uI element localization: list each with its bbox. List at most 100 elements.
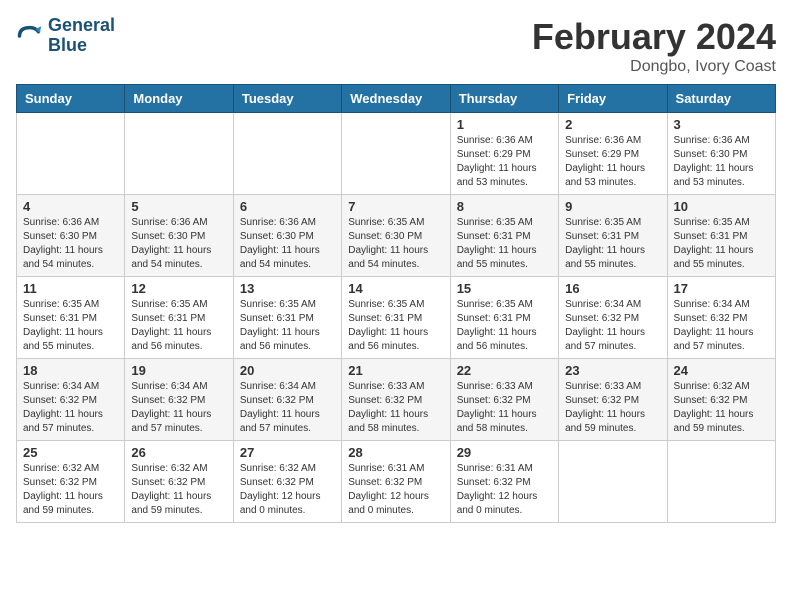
calendar-cell: 10 Sunrise: 6:35 AM Sunset: 6:31 PM Dayli… [667,195,775,277]
calendar-cell: 26 Sunrise: 6:32 AM Sunset: 6:32 PM Dayli… [125,441,233,523]
weekday-header-thursday: Thursday [450,85,558,113]
calendar-cell: 22 Sunrise: 6:33 AM Sunset: 6:32 PM Dayli… [450,359,558,441]
day-number: 5 [131,199,226,214]
month-title: February 2024 [532,16,776,58]
day-info: Sunrise: 6:34 AM Sunset: 6:32 PM Dayligh… [23,380,118,436]
day-number: 21 [348,363,443,378]
calendar-cell: 28 Sunrise: 6:31 AM Sunset: 6:32 PM Dayli… [342,441,450,523]
day-number: 11 [23,281,118,296]
weekday-header-saturday: Saturday [667,85,775,113]
calendar-cell: 3 Sunrise: 6:36 AM Sunset: 6:30 PM Daylig… [667,113,775,195]
logo: General Blue [16,16,115,56]
day-number: 27 [240,445,335,460]
calendar-cell: 27 Sunrise: 6:32 AM Sunset: 6:32 PM Dayli… [233,441,341,523]
calendar-cell: 13Sunrise: 6:35 AM Sunset: 6:31 PM Dayli… [233,277,341,359]
day-info: Sunrise: 6:35 AM Sunset: 6:31 PM Dayligh… [457,216,552,272]
day-info: Sunrise: 6:36 AM Sunset: 6:29 PM Dayligh… [565,134,660,190]
calendar-cell: 9 Sunrise: 6:35 AM Sunset: 6:31 PM Daylig… [559,195,667,277]
weekday-header-monday: Monday [125,85,233,113]
day-number: 8 [457,199,552,214]
day-info: Sunrise: 6:33 AM Sunset: 6:32 PM Dayligh… [348,380,443,436]
day-number: 25 [23,445,118,460]
day-info: Sunrise: 6:32 AM Sunset: 6:32 PM Dayligh… [23,462,118,518]
day-number: 19 [131,363,226,378]
day-info: Sunrise: 6:35 AM Sunset: 6:31 PM Dayligh… [565,216,660,272]
calendar-cell: 7 Sunrise: 6:35 AM Sunset: 6:30 PM Daylig… [342,195,450,277]
day-number: 26 [131,445,226,460]
week-row-0: 1 Sunrise: 6:36 AM Sunset: 6:29 PM Daylig… [17,113,776,195]
day-info: Sunrise: 6:34 AM Sunset: 6:32 PM Dayligh… [565,298,660,354]
day-info: Sunrise: 6:31 AM Sunset: 6:32 PM Dayligh… [457,462,552,518]
calendar-cell: 14Sunrise: 6:35 AM Sunset: 6:31 PM Dayli… [342,277,450,359]
day-number: 14 [348,281,443,296]
day-number: 12 [131,281,226,296]
day-info: Sunrise: 6:32 AM Sunset: 6:32 PM Dayligh… [131,462,226,518]
weekday-header-row: SundayMondayTuesdayWednesdayThursdayFrid… [17,85,776,113]
weekday-header-sunday: Sunday [17,85,125,113]
day-info: Sunrise: 6:35 AM Sunset: 6:31 PM Dayligh… [131,298,226,354]
day-info: Sunrise: 6:36 AM Sunset: 6:30 PM Dayligh… [240,216,335,272]
day-info: Sunrise: 6:36 AM Sunset: 6:29 PM Dayligh… [457,134,552,190]
day-info: Sunrise: 6:35 AM Sunset: 6:31 PM Dayligh… [674,216,769,272]
day-number: 22 [457,363,552,378]
day-number: 9 [565,199,660,214]
weekday-header-friday: Friday [559,85,667,113]
calendar-table: SundayMondayTuesdayWednesdayThursdayFrid… [16,84,776,523]
day-number: 23 [565,363,660,378]
day-number: 3 [674,117,769,132]
logo-line2: Blue [48,36,115,56]
calendar-cell: 11Sunrise: 6:35 AM Sunset: 6:31 PM Dayli… [17,277,125,359]
day-number: 15 [457,281,552,296]
day-info: Sunrise: 6:32 AM Sunset: 6:32 PM Dayligh… [240,462,335,518]
calendar-cell [233,113,341,195]
calendar-cell [559,441,667,523]
day-info: Sunrise: 6:33 AM Sunset: 6:32 PM Dayligh… [565,380,660,436]
day-number: 28 [348,445,443,460]
calendar-cell [17,113,125,195]
day-number: 17 [674,281,769,296]
day-info: Sunrise: 6:34 AM Sunset: 6:32 PM Dayligh… [674,298,769,354]
calendar-cell: 2Sunrise: 6:36 AM Sunset: 6:29 PM Daylig… [559,113,667,195]
calendar-cell: 20 Sunrise: 6:34 AM Sunset: 6:32 PM Dayli… [233,359,341,441]
calendar-cell [667,441,775,523]
calendar-cell: 4 Sunrise: 6:36 AM Sunset: 6:30 PM Daylig… [17,195,125,277]
calendar-cell [342,113,450,195]
day-number: 16 [565,281,660,296]
weekday-header-tuesday: Tuesday [233,85,341,113]
day-number: 20 [240,363,335,378]
day-info: Sunrise: 6:35 AM Sunset: 6:31 PM Dayligh… [457,298,552,354]
calendar-cell: 15 Sunrise: 6:35 AM Sunset: 6:31 PM Dayli… [450,277,558,359]
week-row-2: 11 Sunrise: 6:35 AM Sunset: 6:31 PM Dayli… [17,277,776,359]
day-info: Sunrise: 6:34 AM Sunset: 6:32 PM Dayligh… [240,380,335,436]
week-row-4: 25 Sunrise: 6:32 AM Sunset: 6:32 PM Dayli… [17,441,776,523]
week-row-1: 4 Sunrise: 6:36 AM Sunset: 6:30 PM Daylig… [17,195,776,277]
header: General Blue February 2024 Dongbo, Ivory… [16,16,776,76]
day-number: 18 [23,363,118,378]
day-number: 4 [23,199,118,214]
calendar-cell: 8 Sunrise: 6:35 AM Sunset: 6:31 PM Daylig… [450,195,558,277]
day-number: 10 [674,199,769,214]
day-number: 7 [348,199,443,214]
calendar-cell: 19 Sunrise: 6:34 AM Sunset: 6:32 PM Dayli… [125,359,233,441]
day-info: Sunrise: 6:32 AM Sunset: 6:32 PM Dayligh… [674,380,769,436]
day-info: Sunrise: 6:33 AM Sunset: 6:32 PM Dayligh… [457,380,552,436]
calendar-cell: 24Sunrise: 6:32 AM Sunset: 6:32 PM Dayli… [667,359,775,441]
day-info: Sunrise: 6:36 AM Sunset: 6:30 PM Dayligh… [131,216,226,272]
day-info: Sunrise: 6:36 AM Sunset: 6:30 PM Dayligh… [674,134,769,190]
day-info: Sunrise: 6:31 AM Sunset: 6:32 PM Dayligh… [348,462,443,518]
logo-line1: General [48,16,115,36]
day-info: Sunrise: 6:36 AM Sunset: 6:30 PM Dayligh… [23,216,118,272]
day-info: Sunrise: 6:34 AM Sunset: 6:32 PM Dayligh… [131,380,226,436]
logo-text: General Blue [48,16,115,56]
day-number: 29 [457,445,552,460]
day-number: 1 [457,117,552,132]
calendar-cell: 17 Sunrise: 6:34 AM Sunset: 6:32 PM Dayli… [667,277,775,359]
day-info: Sunrise: 6:35 AM Sunset: 6:30 PM Dayligh… [348,216,443,272]
calendar-cell [125,113,233,195]
day-info: Sunrise: 6:35 AM Sunset: 6:31 PM Dayligh… [240,298,335,354]
title-area: February 2024 Dongbo, Ivory Coast [532,16,776,76]
calendar-cell: 16 Sunrise: 6:34 AM Sunset: 6:32 PM Dayli… [559,277,667,359]
calendar-cell: 25 Sunrise: 6:32 AM Sunset: 6:32 PM Dayli… [17,441,125,523]
calendar-cell: 18 Sunrise: 6:34 AM Sunset: 6:32 PM Dayli… [17,359,125,441]
calendar-cell: 21 Sunrise: 6:33 AM Sunset: 6:32 PM Dayli… [342,359,450,441]
